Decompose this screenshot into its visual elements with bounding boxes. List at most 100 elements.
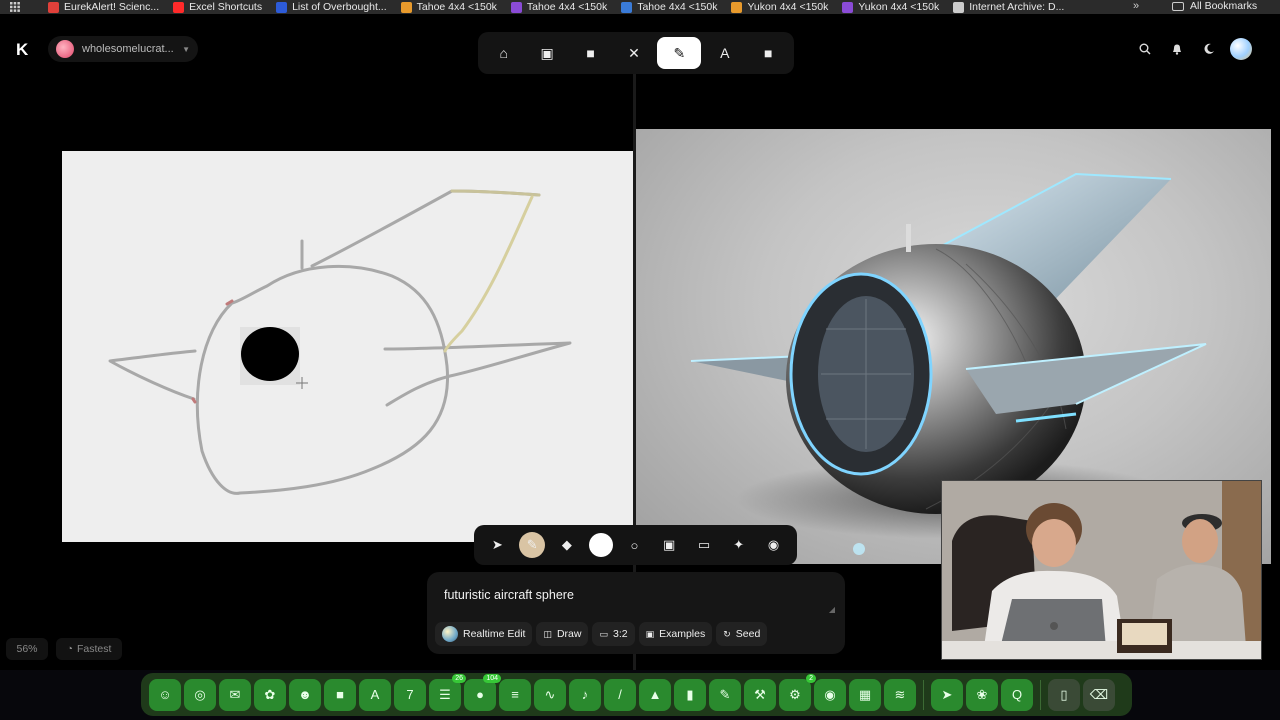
folder-open-icon[interactable]: ▭ [691,532,717,558]
camera-icon[interactable]: ◉ [761,532,787,558]
speed-selector[interactable]: ◔ Fastest [56,638,122,660]
bookmark-favicon-icon [621,1,633,13]
app-logo[interactable]: K [16,40,28,60]
globe-icon [442,626,458,642]
option-realtime-edit-button[interactable]: Realtime Edit [435,622,533,646]
freeform-icon[interactable]: ∿ [534,678,566,711]
drawing-canvas[interactable] [62,151,633,542]
dock-badge: 104 [483,673,501,683]
bookmark-item[interactable]: Tahoe 4x4 <150k [621,1,717,13]
contacts-icon[interactable]: ☻ [289,678,321,711]
search-icon[interactable] [1134,38,1156,60]
xcode-icon[interactable]: ⚒ [744,678,776,711]
option-label: Realtime Edit [463,628,526,640]
trash-icon[interactable]: ⌫ [1083,678,1115,711]
all-bookmarks-button[interactable]: All Bookmarks [1172,0,1257,12]
document-icon[interactable]: ▯ [1048,678,1080,711]
calendar-icon[interactable]: 7 [394,678,426,711]
chrome-icon[interactable]: ◉ [814,678,846,711]
photo-app-icon[interactable]: ❀ [966,678,998,711]
bookmark-item[interactable]: Tahoe 4x4 <150k [400,1,497,13]
bookmark-label: Excel Shortcuts [189,1,263,13]
all-bookmarks-label: All Bookmarks [1190,0,1258,12]
spotify-icon[interactable]: ≋ [884,678,916,711]
aspect-icon: ▭ [599,628,608,639]
bookmark-label: EurekAlert! Scienc... [64,1,160,13]
folder-icon[interactable]: ■ [748,37,788,69]
theme-toggle-icon[interactable] [1198,38,1220,60]
music-icon[interactable]: ♪ [569,678,601,711]
bookmark-label: Tahoe 4x4 <150k [526,1,608,13]
bookmark-item[interactable]: Yukon 4x4 <150k [842,1,939,13]
zoom-level[interactable]: 56% [6,638,48,660]
cursor-icon[interactable]: ➤ [484,532,510,558]
color-swatch-icon[interactable] [588,533,613,557]
bookmark-label: Yukon 4x4 <150k [747,1,829,13]
bookmark-item[interactable]: Yukon 4x4 <150k [731,1,828,13]
chevron-down-icon: ▼ [182,44,190,54]
user-avatar[interactable] [1230,38,1252,60]
quicktime-icon[interactable]: Q [1001,678,1033,711]
telegram-icon[interactable]: ➤ [931,678,963,711]
finder-icon[interactable]: ☺ [149,678,181,711]
webcam-overlay [941,480,1262,660]
safari-icon[interactable]: ◎ [184,678,216,711]
bookmark-item[interactable]: Internet Archive: D... [953,1,1064,13]
account-name: wholesomelucrat... [82,43,174,55]
app-window: K wholesomelucrat... ▼ ⌂ ▣ ■ ✕ ✎ A ■ ➤ ✎… [0,14,1280,670]
bookmark-item[interactable]: Excel Shortcuts [173,1,262,13]
brush-icon[interactable]: ✎ [657,37,702,69]
apps-grid-icon[interactable] [0,2,30,12]
bookmark-favicon-icon [510,1,522,13]
eraser-icon[interactable]: ◆ [554,532,580,558]
bell-icon[interactable] [1166,38,1188,60]
resize-handle-icon[interactable]: ◢ [829,605,835,614]
reminders-icon[interactable]: ☰ 26 [429,673,466,711]
option-3-2-button[interactable]: ▭ 3:2 [592,622,635,646]
option-label: 3:2 [613,628,628,640]
calculator-icon[interactable]: ▦ [849,678,881,711]
draw-icon: ◫ [543,628,552,639]
facetime-icon[interactable]: ■ [324,678,356,711]
magic-wand-icon[interactable]: ✕ [614,37,654,69]
image-icon[interactable]: ▣ [527,37,567,69]
option-examples-button[interactable]: ▣ Examples [638,622,713,646]
home-icon[interactable]: ⌂ [484,37,524,69]
pages-icon[interactable]: ✎ [709,678,741,711]
messages-icon[interactable]: ● 104 [464,673,501,711]
account-switcher[interactable]: wholesomelucrat... ▼ [48,36,198,62]
mode-bar: ⌂ ▣ ■ ✕ ✎ A ■ [478,32,794,74]
bookmark-item[interactable]: Tahoe 4x4 <150k [510,1,608,13]
bookmark-favicon-icon [173,1,185,13]
dock-separator [1040,679,1041,710]
option-label: Examples [659,628,706,640]
image-upload-icon[interactable]: ▣ [656,532,682,558]
appstore-icon[interactable]: A [359,678,391,711]
keynote-icon[interactable]: ▲ [639,678,671,711]
settings-icon[interactable]: ✿ [254,678,286,711]
text-icon[interactable]: A [705,37,745,69]
pencil-icon[interactable]: / [604,678,636,711]
bookmarks-overflow-icon[interactable]: » [1133,0,1139,12]
bookmarks-bar: EurekAlert! Scienc... Excel Shortcuts List… [0,0,1280,14]
circle-shape-icon[interactable]: ○ [621,532,647,558]
account-avatar [56,40,74,58]
seed-icon: ↻ [723,628,731,639]
option-seed-button[interactable]: ↻ Seed [716,622,768,646]
brush-tool-icon[interactable]: ✎ [519,532,546,558]
option-draw-button[interactable]: ◫ Draw [536,622,589,646]
sketch-drawing [108,189,572,495]
drawing-toolbar: ➤ ✎ ◆ ○ ▣ ▭ ✦ ◉ [474,525,797,565]
dock-badge: 2 [806,673,816,683]
notes-icon[interactable]: ≡ [499,678,531,711]
video-icon[interactable]: ■ [571,37,611,69]
bookmark-item[interactable]: EurekAlert! Scienc... [48,1,159,13]
prompt-options: Realtime Edit ◫ Draw ▭ 3:2 ▣ Examples ↻ Seed [435,622,768,646]
folder-icon [1172,1,1184,11]
numbers-icon[interactable]: ▮ [674,678,706,711]
bookmark-item[interactable]: List of Overbought... [276,1,387,13]
mail-icon[interactable]: ✉ [219,678,251,711]
prompt-input[interactable]: futuristic aircraft sphere [444,588,574,602]
system-prefs-icon[interactable]: ⚙ 2 [779,673,816,711]
sparkle-icon[interactable]: ✦ [726,532,752,558]
